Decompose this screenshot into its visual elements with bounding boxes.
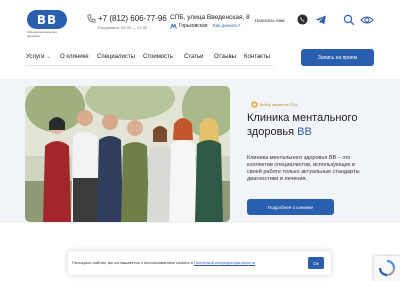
nav-item-label: Стоимость: [143, 54, 174, 60]
address: СПБ, улица Введенская, 8: [170, 14, 250, 21]
appointment-button[interactable]: Запись на прием: [301, 49, 374, 66]
working-hours: Ежедневно, 08:00 — 21:00: [98, 25, 148, 30]
clinic-logo[interactable]: BB Клиника ментального здоровья: [27, 10, 67, 38]
nav-item-prices[interactable]: Стоимость: [143, 54, 184, 60]
nav-item-contacts[interactable]: Контакты: [244, 54, 274, 60]
cookie-message: Пользуясь сайтом, вы соглашаетесь с испо…: [72, 260, 193, 265]
privacy-policy-link[interactable]: Политикой конфиденциальности: [194, 260, 255, 265]
main-nav: Услуги ⌄ О клинике Специалисты Стоимость…: [26, 54, 274, 60]
award-badge: Выбор пациентов 2024: [251, 101, 298, 108]
nav-item-label: Специалисты: [97, 54, 135, 60]
nav-item-label: Услуги: [26, 54, 45, 60]
write-us-label: Написать нам:: [255, 18, 286, 23]
nav-item-articles[interactable]: Статьи: [184, 54, 214, 60]
logo-letters: BB: [36, 12, 58, 27]
logo-caption: Клиника ментального здоровья: [27, 30, 58, 38]
team-photo: [25, 86, 230, 222]
award-badge-text: Выбор пациентов 2024: [260, 102, 298, 107]
nav-item-label: Отзывы: [214, 54, 236, 60]
metro-station: Горьковская: [179, 23, 208, 29]
nav-item-reviews[interactable]: Отзывы: [214, 54, 244, 60]
nav-item-label: О клинике: [60, 54, 89, 60]
hero-title-accent: ВВ: [297, 126, 312, 138]
nav-item-label: Статьи: [184, 54, 204, 60]
nav-item-label: Контакты: [244, 54, 270, 60]
hero-title: Клиника ментального здоровья ВВ: [247, 111, 377, 139]
whatsapp-icon[interactable]: [297, 14, 308, 25]
recaptcha-icon[interactable]: [374, 256, 400, 281]
directions-link[interactable]: Как доехать?: [213, 23, 240, 28]
about-clinic-button[interactable]: Подробнее о клинике: [247, 199, 334, 215]
cookie-banner: Пользуясь сайтом, вы соглашаетесь с испо…: [68, 251, 331, 275]
chevron-down-icon: ⌄: [46, 54, 51, 60]
hero-description: Клиника ментального здоровья ВВ – это ко…: [247, 155, 360, 182]
accessibility-eye-icon[interactable]: [360, 14, 374, 26]
phone-icon: [87, 14, 96, 23]
nav-item-specialists[interactable]: Специалисты: [97, 54, 143, 60]
telegram-icon[interactable]: [315, 14, 327, 26]
nav-divider: [26, 65, 273, 66]
award-icon: [251, 101, 258, 108]
nav-item-services[interactable]: Услуги ⌄: [26, 54, 60, 60]
search-icon[interactable]: [343, 14, 355, 26]
cookie-text: Пользуясь сайтом, вы соглашаетесь с испо…: [72, 260, 255, 265]
nav-item-about[interactable]: О клинике: [60, 54, 97, 60]
phone-number[interactable]: +7 (812) 606-77-96: [98, 14, 167, 23]
cookie-ok-button[interactable]: Ок: [308, 257, 324, 269]
logo-badge: BB: [27, 10, 67, 29]
metro-icon: [170, 23, 177, 29]
